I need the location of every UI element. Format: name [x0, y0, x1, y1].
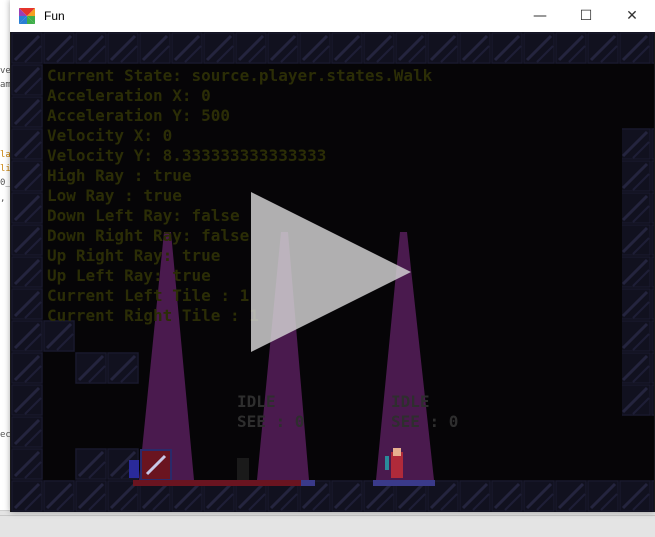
- maximize-icon: ☐: [579, 8, 593, 24]
- kite-logo-icon: [19, 8, 35, 24]
- editor-status-bar: [0, 510, 655, 537]
- game-window[interactable]: Fun — ☐ ✕ Current State: source.player.s…: [10, 0, 655, 512]
- play-button[interactable]: [11, 32, 654, 512]
- minimize-button[interactable]: —: [517, 0, 563, 32]
- minimize-icon: —: [533, 8, 547, 24]
- editor-text-fragment: ,: [0, 194, 6, 204]
- title-bar[interactable]: Fun — ☐ ✕: [10, 0, 655, 32]
- close-button[interactable]: ✕: [609, 0, 655, 32]
- maximize-button[interactable]: ☐: [563, 0, 609, 32]
- game-canvas[interactable]: Current State: source.player.states.Walk…: [11, 32, 654, 512]
- window-title: Fun: [44, 9, 65, 23]
- close-icon: ✕: [626, 8, 638, 24]
- play-icon: [251, 192, 411, 352]
